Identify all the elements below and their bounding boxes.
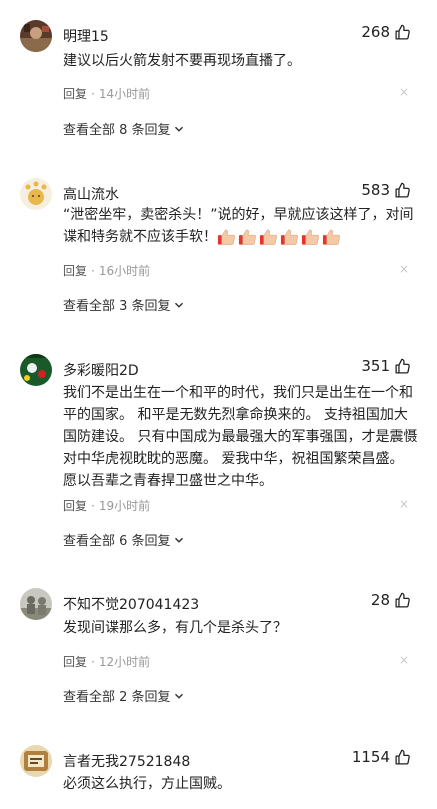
comment-username[interactable]: 言者无我27521848: [63, 751, 190, 771]
comment-meta: 回复 · 14小时前: [63, 85, 150, 102]
comment-meta: 回复 · 12小时前: [63, 653, 150, 670]
comment-username[interactable]: 明理15: [63, 26, 109, 46]
reply-button[interactable]: 回复: [63, 499, 87, 513]
comment-text: 建议以后火箭发射不要再现场直播了。: [63, 53, 301, 69]
avatar[interactable]: [20, 20, 52, 52]
comment-meta: 回复 · 16小时前: [63, 262, 150, 279]
thumbs-up-outline-icon: [395, 358, 410, 374]
avatar[interactable]: [20, 588, 52, 620]
view-replies-label: 查看全部 3 条回复: [63, 299, 171, 314]
thumbs-up-emoji: [322, 229, 340, 245]
like-count: 28: [370, 591, 390, 609]
comment-username[interactable]: 高山流水: [63, 184, 119, 204]
comment-text: 我们不是出生在一个和平的时代，我们只是出生在一个和平的国家。 和平是无数先烈拿命…: [63, 385, 418, 489]
comment-text: 发现间谍那么多，有几个是杀头了？: [63, 620, 287, 636]
comment-list: 明理15 268 建议以后火箭发射不要再现场直播了。 回复 · 14小时前 × 查看…: [0, 0, 437, 809]
thumbs-up-outline-icon: [395, 24, 410, 40]
view-replies-button[interactable]: 查看全部 6 条回复: [63, 530, 184, 549]
like-button[interactable]: 351: [361, 357, 411, 375]
separator-dot: ·: [91, 87, 95, 101]
chevron-down-icon: [174, 693, 183, 699]
comment-time: 14小时前: [98, 87, 151, 101]
emoji-row: [217, 228, 343, 246]
reply-button[interactable]: 回复: [63, 264, 87, 278]
like-count: 351: [361, 357, 390, 375]
comment-text: 必须这么执行，方止国贼。: [63, 776, 231, 792]
like-count: 268: [361, 23, 390, 41]
comment-item: 多彩暖阳2D 351 我们不是出生在一个和平的时代，我们只是出生在一个和平的国家…: [0, 354, 437, 554]
thumbs-up-emoji: [280, 229, 298, 245]
comment-meta: 回复 · 19小时前: [63, 497, 150, 514]
separator-dot: ·: [91, 655, 95, 669]
chevron-down-icon: [174, 537, 183, 543]
like-button[interactable]: 583: [361, 181, 411, 199]
chevron-down-icon: [174, 126, 183, 132]
like-count: 1154: [351, 748, 390, 766]
view-replies-button[interactable]: 查看全部 2 条回复: [63, 686, 184, 705]
comment-text: “泄密坐牢，卖密杀头！”说的好，早就应该这样了，对间谍和特务就不应该手软！: [63, 204, 420, 248]
like-count: 583: [361, 181, 390, 199]
thumbs-up-emoji: [238, 229, 256, 245]
comment-item: 高山流水 583 “泄密坐牢，卖密杀头！”说的好，早就应该这样了，对间谍和特务就…: [0, 178, 437, 318]
comment-item: 明理15 268 建议以后火箭发射不要再现场直播了。 回复 · 14小时前 × 查看…: [0, 20, 437, 140]
thumbs-up-emoji: [259, 229, 277, 245]
separator-dot: ·: [91, 499, 95, 513]
thumbs-up-outline-icon: [395, 182, 410, 198]
comment-time: 16小时前: [98, 264, 151, 278]
avatar[interactable]: [20, 178, 52, 210]
view-replies-label: 查看全部 2 条回复: [63, 690, 171, 705]
view-replies-label: 查看全部 8 条回复: [63, 123, 171, 138]
avatar[interactable]: [20, 745, 52, 777]
thumbs-up-emoji: [217, 229, 235, 245]
view-replies-button[interactable]: 查看全部 8 条回复: [63, 119, 184, 138]
comment-time: 12小时前: [98, 655, 151, 669]
close-icon[interactable]: ×: [399, 497, 409, 511]
separator-dot: ·: [91, 264, 95, 278]
close-icon[interactable]: ×: [399, 653, 409, 667]
view-replies-label: 查看全部 6 条回复: [63, 534, 171, 549]
like-button[interactable]: 1154: [352, 748, 411, 766]
like-button[interactable]: 28: [371, 591, 411, 609]
close-icon[interactable]: ×: [399, 85, 409, 99]
view-replies-button[interactable]: 查看全部 3 条回复: [63, 295, 184, 314]
comment-username[interactable]: 不知不觉207041423: [63, 594, 199, 614]
reply-button[interactable]: 回复: [63, 655, 87, 669]
chevron-down-icon: [174, 302, 183, 308]
close-icon[interactable]: ×: [399, 262, 409, 276]
like-button[interactable]: 268: [361, 23, 411, 41]
avatar[interactable]: [20, 354, 52, 386]
thumbs-up-outline-icon: [395, 592, 410, 608]
thumbs-up-outline-icon: [395, 749, 410, 765]
thumbs-up-emoji: [301, 229, 319, 245]
comment-item: 言者无我27521848 1154 必须这么执行，方止国贼。: [0, 745, 437, 809]
comment-username[interactable]: 多彩暖阳2D: [63, 360, 139, 380]
reply-button[interactable]: 回复: [63, 87, 87, 101]
comment-time: 19小时前: [98, 499, 151, 513]
comment-item: 不知不觉207041423 28 发现间谍那么多，有几个是杀头了？ 回复 · 12小…: [0, 588, 437, 708]
